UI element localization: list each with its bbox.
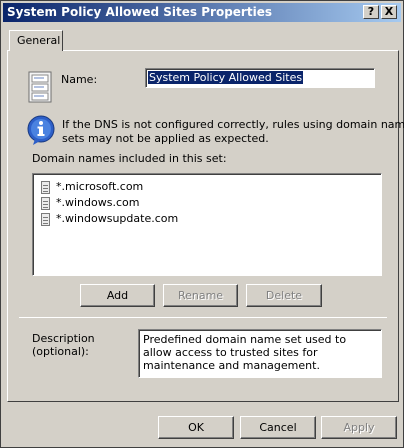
name-label: Name:: [61, 73, 98, 86]
domain-icon: [41, 181, 50, 194]
add-button[interactable]: Add: [80, 284, 155, 307]
description-label-line1: Description: [32, 332, 95, 345]
ok-button[interactable]: OK: [158, 416, 234, 439]
properties-dialog: System Policy Allowed Sites Properties ?…: [0, 0, 404, 448]
title-bar[interactable]: System Policy Allowed Sites Properties ?…: [3, 3, 401, 22]
help-button[interactable]: ?: [363, 5, 379, 19]
delete-button[interactable]: Delete: [246, 284, 322, 307]
list-item-label: *.windowsupdate.com: [56, 212, 179, 225]
info-text-line1: If the DNS is not configured correctly, …: [62, 118, 404, 131]
domain-icon: [41, 213, 50, 226]
apply-button[interactable]: Apply: [321, 416, 397, 439]
domain-icon: [41, 197, 50, 210]
rename-button[interactable]: Rename: [163, 284, 238, 307]
tab-general[interactable]: General: [9, 30, 63, 51]
window-title: System Policy Allowed Sites Properties: [7, 5, 272, 19]
close-button[interactable]: X: [381, 5, 397, 19]
list-item-label: *.microsoft.com: [56, 180, 144, 193]
description-label-line2: (optional):: [32, 345, 89, 358]
cancel-button[interactable]: Cancel: [240, 416, 316, 439]
info-text-line2: sets may not be applied as expected.: [62, 132, 269, 145]
tab-general-label: General: [17, 34, 61, 47]
name-input-value: System Policy Allowed Sites: [148, 71, 304, 84]
description-field[interactable]: Predefined domain name set used to allow…: [138, 329, 382, 378]
domain-list[interactable]: *.microsoft.com *.windows.com *.windowsu…: [32, 173, 382, 276]
description-value: Predefined domain name set used to allow…: [143, 333, 347, 372]
info-icon: [25, 114, 57, 146]
list-item-label: *.windows.com: [56, 196, 140, 209]
divider: [19, 317, 387, 318]
domains-label: Domain names included in this set:: [32, 152, 227, 165]
name-input[interactable]: System Policy Allowed Sites: [145, 68, 375, 88]
domain-set-icon: [28, 71, 52, 105]
